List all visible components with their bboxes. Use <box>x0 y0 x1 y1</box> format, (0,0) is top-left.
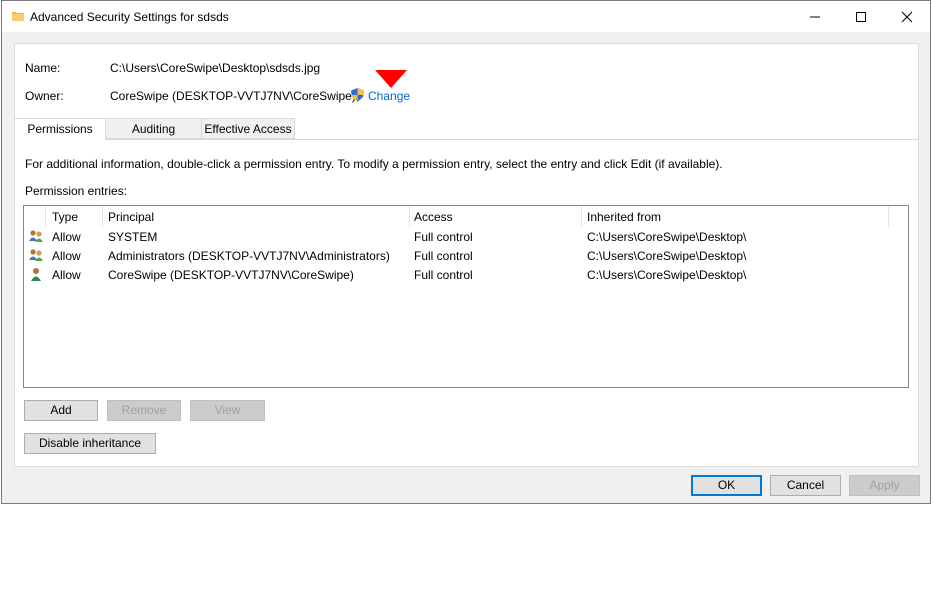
owner-label: Owner: <box>25 89 64 103</box>
entry-access[interactable]: Full control <box>414 230 473 244</box>
entry-principal[interactable]: SYSTEM <box>108 230 157 244</box>
uac-shield-icon <box>351 88 364 102</box>
entry-type[interactable]: Allow <box>52 249 81 263</box>
owner-value: CoreSwipe (DESKTOP-VVTJ7NV\CoreSwipe) <box>110 89 356 103</box>
entry-type[interactable]: Allow <box>52 268 81 282</box>
close-button[interactable] <box>884 1 930 32</box>
name-value: C:\Users\CoreSwipe\Desktop\sdsds.jpg <box>110 61 321 75</box>
column-separator <box>409 206 410 227</box>
tab-divider <box>106 139 919 140</box>
column-header-type[interactable]: Type <box>52 210 78 224</box>
column-separator <box>45 206 46 227</box>
permissions-info-text: For additional information, double-click… <box>25 157 723 171</box>
tab-permissions[interactable]: Permissions <box>14 118 106 140</box>
ok-button[interactable]: OK <box>691 475 762 496</box>
minimize-icon <box>810 16 820 18</box>
entry-type[interactable]: Allow <box>52 230 81 244</box>
maximize-icon <box>856 12 866 22</box>
cancel-button[interactable]: Cancel <box>770 475 841 496</box>
title-bar[interactable]: Advanced Security Settings for sdsds <box>2 1 930 32</box>
group-users-icon <box>29 230 43 242</box>
permission-entries-list[interactable]: Type Principal Access Inherited from All… <box>23 205 909 388</box>
maximize-button[interactable] <box>838 1 884 32</box>
column-separator <box>102 206 103 227</box>
user-icon <box>31 268 41 281</box>
column-separator <box>581 206 582 227</box>
close-icon <box>901 11 913 23</box>
column-header-access[interactable]: Access <box>414 210 453 224</box>
tab-effective-access[interactable]: Effective Access <box>201 118 295 139</box>
add-button[interactable]: Add <box>24 400 98 421</box>
name-label: Name: <box>25 61 61 75</box>
entry-principal[interactable]: Administrators (DESKTOP-VVTJ7NV\Administ… <box>108 249 390 263</box>
tab-auditing[interactable]: Auditing <box>105 118 202 139</box>
apply-button[interactable]: Apply <box>849 475 920 496</box>
folder-icon <box>12 12 24 21</box>
view-button[interactable]: View <box>190 400 265 421</box>
red-arrow-marker <box>375 70 407 88</box>
disable-inheritance-button[interactable]: Disable inheritance <box>24 433 156 454</box>
minimize-button[interactable] <box>792 1 838 32</box>
column-header-inherited-from[interactable]: Inherited from <box>587 210 661 224</box>
column-header-principal[interactable]: Principal <box>108 210 154 224</box>
window-title: Advanced Security Settings for sdsds <box>30 10 229 24</box>
change-owner-link[interactable]: Change <box>368 89 410 103</box>
remove-button[interactable]: Remove <box>107 400 181 421</box>
entry-principal[interactable]: CoreSwipe (DESKTOP-VVTJ7NV\CoreSwipe) <box>108 268 354 282</box>
entry-access[interactable]: Full control <box>414 268 473 282</box>
entry-inherited-from[interactable]: C:\Users\CoreSwipe\Desktop\ <box>587 230 746 244</box>
group-users-icon <box>29 249 43 261</box>
permission-entries-label: Permission entries: <box>25 184 128 198</box>
entry-inherited-from[interactable]: C:\Users\CoreSwipe\Desktop\ <box>587 268 746 282</box>
column-separator <box>888 206 889 227</box>
entry-inherited-from[interactable]: C:\Users\CoreSwipe\Desktop\ <box>587 249 746 263</box>
entry-access[interactable]: Full control <box>414 249 473 263</box>
